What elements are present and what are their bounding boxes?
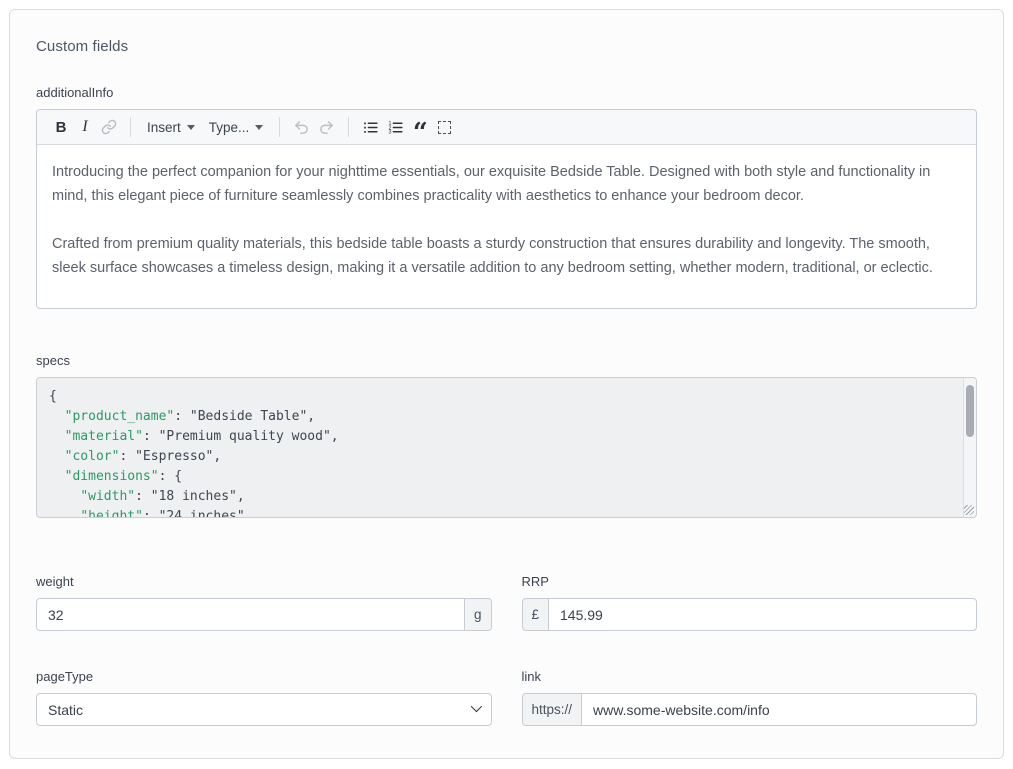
embed-frame-button[interactable] — [432, 114, 456, 140]
resize-grip-icon[interactable] — [964, 505, 974, 515]
chevron-down-icon — [255, 125, 263, 130]
code-line: "dimensions": { — [49, 467, 952, 487]
rich-text-editor: B I Insert Type... — [36, 109, 977, 309]
toolbar-separator — [130, 117, 131, 137]
type-dropdown-label: Type... — [209, 120, 250, 135]
page-type-field: pageType Static — [36, 669, 492, 726]
protocol-addon: https:// — [522, 693, 583, 726]
weight-label: weight — [36, 574, 492, 589]
page-type-select[interactable]: Static — [36, 693, 492, 726]
specs-code-editor[interactable]: { "product_name": "Bedside Table", "mate… — [36, 377, 977, 518]
weight-field: weight g — [36, 574, 492, 631]
code-line: "product_name": "Bedside Table", — [49, 407, 952, 427]
frame-icon — [438, 121, 451, 134]
link-button[interactable] — [97, 114, 121, 140]
code-line: "height": "24 inches", — [49, 507, 952, 518]
weight-input[interactable] — [36, 598, 465, 631]
bullet-list-button[interactable] — [358, 114, 383, 140]
currency-addon: £ — [522, 598, 550, 631]
editor-paragraph: Introducing the perfect companion for yo… — [52, 160, 961, 208]
undo-button[interactable] — [289, 114, 314, 140]
link-icon — [101, 119, 117, 135]
rrp-input[interactable] — [548, 598, 977, 631]
page-type-label: pageType — [36, 669, 492, 684]
toolbar-separator — [279, 117, 280, 137]
ordered-list-button[interactable]: 1 2 3 — [383, 114, 408, 140]
redo-icon — [318, 119, 335, 136]
custom-fields-card: Custom fields additionalInfo B I Insert … — [9, 9, 1004, 759]
chevron-down-icon — [187, 125, 195, 130]
code-line: { — [49, 387, 952, 407]
code-line: "width": "18 inches", — [49, 487, 952, 507]
type-dropdown[interactable]: Type... — [202, 114, 271, 140]
ordered-list-icon: 1 2 3 — [387, 119, 404, 136]
specs-field: specs { "product_name": "Bedside Table",… — [36, 353, 977, 518]
redo-button[interactable] — [314, 114, 339, 140]
additional-info-label: additionalInfo — [36, 85, 977, 100]
rrp-field: RRP £ — [522, 574, 978, 631]
weight-unit-addon: g — [464, 598, 492, 631]
link-field: link https:// — [522, 669, 978, 726]
editor-paragraph: Crafted from premium quality materials, … — [52, 232, 961, 280]
italic-button[interactable]: I — [73, 114, 97, 140]
specs-label: specs — [36, 353, 977, 368]
blockquote-button[interactable]: “ — [408, 114, 432, 140]
rte-toolbar: B I Insert Type... — [37, 110, 976, 145]
code-line: "color": "Espresso", — [49, 447, 952, 467]
toolbar-separator — [348, 117, 349, 137]
code-line: "material": "Premium quality wood", — [49, 427, 952, 447]
link-input[interactable] — [581, 693, 977, 726]
blockquote-icon: “ — [413, 128, 428, 138]
page-title: Custom fields — [36, 38, 977, 55]
link-label: link — [522, 669, 978, 684]
insert-dropdown[interactable]: Insert — [140, 114, 202, 140]
undo-icon — [293, 119, 310, 136]
bold-button[interactable]: B — [49, 114, 73, 140]
specs-scrollbar[interactable] — [963, 378, 976, 517]
svg-text:3: 3 — [389, 129, 392, 135]
specs-code-lines: { "product_name": "Bedside Table", "mate… — [49, 387, 952, 518]
scrollbar-thumb[interactable] — [966, 385, 974, 437]
insert-dropdown-label: Insert — [147, 120, 181, 135]
bullet-list-icon — [362, 119, 379, 136]
rte-content[interactable]: Introducing the perfect companion for yo… — [37, 145, 976, 308]
rrp-label: RRP — [522, 574, 978, 589]
